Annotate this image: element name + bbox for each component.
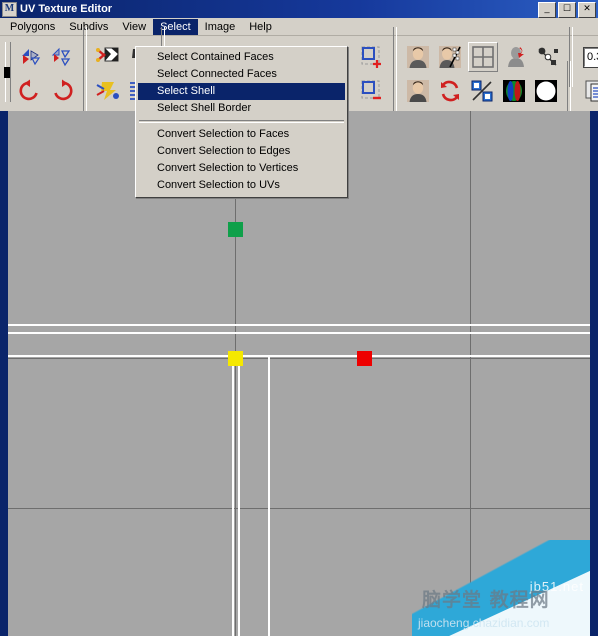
grid-line-horizontal-lower	[8, 508, 590, 509]
manipulator-handle-center[interactable]	[228, 351, 243, 366]
uv-border-left	[232, 357, 234, 636]
menu-separator	[139, 120, 344, 123]
add-to-selection-icon[interactable]	[358, 43, 386, 71]
distortion-icon[interactable]	[502, 43, 530, 71]
close-button[interactable]: ✕	[578, 2, 596, 18]
menu-item-convert-selection-to-vertices[interactable]: Convert Selection to Vertices	[136, 160, 347, 177]
flip-uv-vertical-icon[interactable]	[48, 43, 76, 71]
menu-item-convert-selection-to-faces[interactable]: Convert Selection to Faces	[136, 126, 347, 143]
alpha-channel-icon[interactable]	[532, 77, 560, 105]
menu-image[interactable]: Image	[198, 19, 243, 35]
menu-item-select-shell[interactable]: Select Shell	[138, 83, 345, 100]
minimize-button[interactable]: _	[538, 2, 556, 18]
rgb-channels-icon[interactable]	[500, 77, 528, 105]
image-display-icon[interactable]	[404, 77, 432, 105]
grid-line-horizontal-center	[8, 358, 590, 359]
copy-uv-icon[interactable]	[582, 77, 598, 105]
isolate-select-icon[interactable]	[534, 43, 562, 71]
dim-value-input[interactable]	[583, 46, 598, 68]
menu-select[interactable]: Select	[153, 18, 198, 35]
cut-uv-edges-icon[interactable]	[94, 43, 122, 71]
menu-item-select-shell-border[interactable]: Select Shell Border	[136, 100, 347, 117]
menu-item-convert-selection-to-uvs[interactable]: Convert Selection to UVs	[136, 177, 347, 194]
menu-item-convert-selection-to-edges[interactable]: Convert Selection to Edges	[136, 143, 347, 160]
menu-view[interactable]: View	[115, 19, 153, 35]
select-menu-dropdown: Select Contained Faces Select Connected …	[135, 46, 348, 198]
menu-subdivs[interactable]: Subdivs	[62, 19, 115, 35]
menu-help[interactable]: Help	[242, 19, 279, 35]
window-controls: _ ☐ ✕	[538, 2, 596, 18]
uv-snapshot-icon[interactable]	[404, 43, 432, 71]
toggle-filtered-icon[interactable]	[468, 77, 496, 105]
title-bar: M UV Texture Editor _ ☐ ✕	[0, 0, 598, 18]
menu-item-select-contained-faces[interactable]: Select Contained Faces	[136, 49, 347, 66]
toolbar-grip-knob[interactable]	[4, 67, 10, 78]
sew-uv-edges-icon[interactable]	[94, 77, 122, 105]
window-title: UV Texture Editor	[20, 3, 113, 15]
cycle-uv-texture-icon[interactable]	[436, 77, 464, 105]
menu-item-select-connected-faces[interactable]: Select Connected Faces	[136, 66, 347, 83]
rotate-uv-cw-icon[interactable]	[48, 77, 76, 105]
uv-border-top	[8, 324, 590, 326]
uv-border-right	[268, 357, 270, 636]
texture-shade-icon[interactable]	[436, 43, 464, 71]
grid-line-vertical-right	[470, 111, 471, 636]
maya-m-icon: M	[2, 1, 17, 17]
maximize-button[interactable]: ☐	[558, 2, 576, 18]
uv-border-top-inner	[8, 332, 590, 334]
uv-border-left-inner	[238, 357, 240, 636]
flip-uv-horizontal-icon[interactable]	[16, 43, 44, 71]
uv-texture-editor-window: M UV Texture Editor _ ☐ ✕ Polygons Subdi…	[0, 0, 598, 636]
menu-bar: Polygons Subdivs View Select Image Help	[0, 18, 598, 36]
remove-from-selection-icon[interactable]	[358, 77, 386, 105]
rotate-uv-ccw-icon[interactable]	[16, 77, 44, 105]
grid-toggle-icon[interactable]	[468, 42, 498, 72]
menu-polygons[interactable]: Polygons	[3, 19, 62, 35]
manipulator-handle-u[interactable]	[357, 351, 372, 366]
manipulator-handle-v[interactable]	[228, 222, 243, 237]
uv-border-bottom	[8, 355, 590, 357]
